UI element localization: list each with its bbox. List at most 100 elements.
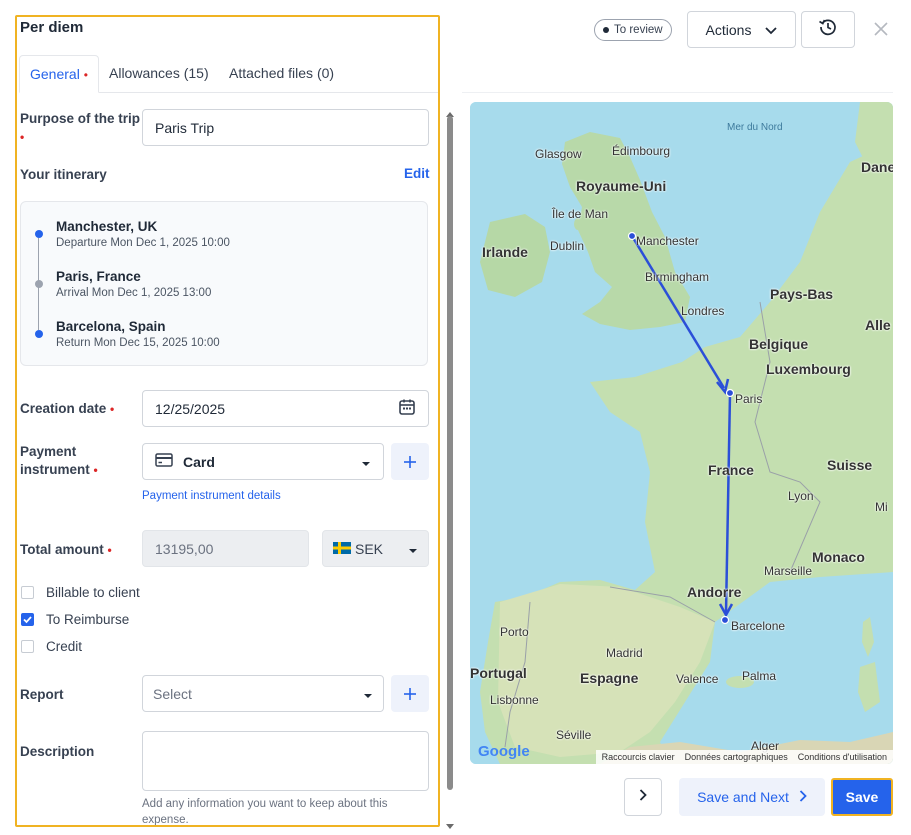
currency-select[interactable]: SEK xyxy=(322,530,429,567)
map-sea-label: Mer du Nord xyxy=(727,122,783,133)
stop-name: Paris, France xyxy=(56,269,141,284)
itinerary-edit-link[interactable]: Edit xyxy=(404,166,430,181)
billable-checkbox[interactable] xyxy=(21,586,34,599)
reimburse-checkbox[interactable] xyxy=(21,613,34,626)
report-select[interactable]: Select xyxy=(142,675,384,712)
timeline-dot-end xyxy=(35,330,43,338)
tab-attached-files[interactable]: Attached files (0) xyxy=(219,55,344,93)
checkmark-icon xyxy=(23,616,32,624)
billable-label: Billable to client xyxy=(46,585,140,600)
map-attribution: Raccourcis clavier Données cartographiqu… xyxy=(595,750,893,764)
tab-general-label: General xyxy=(30,66,80,82)
purpose-value: Paris Trip xyxy=(155,119,215,136)
save-and-next-button[interactable]: Save and Next xyxy=(679,778,825,816)
keyboard-shortcuts-link[interactable]: Raccourcis clavier xyxy=(602,752,675,762)
map-city-label: Valence xyxy=(676,672,719,686)
map-city-label: Barcelone xyxy=(731,619,786,633)
map-city-label: Londres xyxy=(681,304,725,318)
description-label: Description xyxy=(20,744,95,759)
history-button[interactable] xyxy=(801,11,855,48)
map-country-label: Pays-Bas xyxy=(770,286,834,302)
map-city-label: Séville xyxy=(556,728,592,742)
map-city-label: Birmingham xyxy=(645,270,710,284)
map-marker[interactable] xyxy=(720,615,730,625)
description-hint: Add any information you want to keep abo… xyxy=(142,798,388,826)
scrollbar-thumb[interactable] xyxy=(447,116,453,790)
tab-allowances[interactable]: Allowances (15) xyxy=(99,55,219,93)
map-city-label: Mi xyxy=(875,500,888,514)
scroll-down-icon[interactable] xyxy=(446,817,454,835)
report-label: Report xyxy=(20,687,64,702)
map-data-link[interactable]: Données cartographiques xyxy=(685,752,788,762)
map-city-label: Porto xyxy=(500,625,529,639)
terms-link[interactable]: Conditions d'utilisation xyxy=(798,752,887,762)
payment-instrument-details-link[interactable]: Payment instrument details xyxy=(142,490,281,502)
actions-label: Actions xyxy=(705,21,752,38)
reimburse-label: To Reimburse xyxy=(46,612,130,627)
map-city-label: Palma xyxy=(742,669,777,683)
map-city-label: Dublin xyxy=(550,239,585,253)
close-icon[interactable] xyxy=(873,21,889,42)
map-country-label: Belgique xyxy=(749,336,809,352)
map-city-label: Édimbourg xyxy=(612,144,671,158)
required-marker: • xyxy=(20,130,25,144)
page-title: Per diem xyxy=(20,19,84,36)
stop-name: Barcelona, Spain xyxy=(56,319,166,334)
description-textarea[interactable] xyxy=(142,731,429,791)
map-marker[interactable] xyxy=(627,231,637,241)
total-amount-input: 13195,00 xyxy=(142,530,309,567)
tab-general[interactable]: General • xyxy=(19,55,99,93)
itinerary-map[interactable]: Mer du Nord Royaume-Uni Irlande Pays-Bas… xyxy=(470,102,893,764)
required-marker: • xyxy=(107,543,112,557)
stop-name: Manchester, UK xyxy=(56,219,158,234)
credit-checkbox[interactable] xyxy=(21,640,34,653)
calendar-icon[interactable] xyxy=(398,398,416,419)
purpose-label-text: Purpose of the trip xyxy=(20,111,141,126)
map-country-label: Andorre xyxy=(687,584,742,600)
billable-checkbox-row[interactable]: Billable to client xyxy=(21,585,140,600)
tab-attached-files-label: Attached files (0) xyxy=(229,65,335,81)
timeline-dot-stop xyxy=(35,280,43,288)
payment-instrument-select[interactable]: Card xyxy=(142,443,384,480)
save-button[interactable]: Save xyxy=(831,778,893,816)
next-arrow-button[interactable] xyxy=(624,778,662,816)
map-canvas xyxy=(470,102,893,764)
header-divider xyxy=(462,92,893,93)
map-city-label: Paris xyxy=(735,392,763,406)
report-placeholder: Select xyxy=(153,685,192,702)
plus-icon xyxy=(403,449,417,475)
google-logo-text: Google xyxy=(478,743,530,760)
chevron-down-icon xyxy=(765,22,778,38)
map-marker[interactable] xyxy=(725,388,735,398)
itinerary-stop: Paris, France Arrival Mon Dec 1, 2025 13… xyxy=(56,269,211,299)
map-country-label: Royaume-Uni xyxy=(576,178,667,194)
total-amount-label-text: Total amount xyxy=(20,542,104,557)
credit-label: Credit xyxy=(46,639,83,654)
actions-button[interactable]: Actions xyxy=(687,11,796,48)
purpose-input[interactable]: Paris Trip xyxy=(142,109,429,146)
creation-date-input[interactable]: 12/25/2025 xyxy=(142,390,429,427)
add-payment-instrument-button[interactable] xyxy=(391,443,429,480)
map-country-label: Monaco xyxy=(812,549,865,565)
chevron-right-icon xyxy=(639,788,647,806)
currency-value: SEK xyxy=(355,540,384,557)
caret-down-icon xyxy=(363,686,373,702)
status-badge: To review xyxy=(594,19,672,41)
map-country-label: Irlande xyxy=(482,244,528,260)
map-city-label: Lyon xyxy=(788,489,814,503)
payment-label-line1: Payment xyxy=(20,444,77,459)
map-country-label: Suisse xyxy=(827,457,873,473)
credit-checkbox-row[interactable]: Credit xyxy=(21,639,82,654)
total-amount-label: Total amount • xyxy=(20,541,112,559)
itinerary-label: Your itinerary xyxy=(20,167,107,182)
creation-date-label-text: Creation date xyxy=(20,401,107,416)
chevron-right-icon xyxy=(799,789,807,805)
add-report-button[interactable] xyxy=(391,675,429,712)
payment-instrument-label: Payment instrument • xyxy=(20,443,130,479)
map-city-label: Manchester xyxy=(636,234,699,248)
history-icon xyxy=(818,17,838,42)
map-city-label: Madrid xyxy=(606,646,643,660)
reimburse-checkbox-row[interactable]: To Reimburse xyxy=(21,612,129,627)
map-country-label: Portugal xyxy=(470,665,527,681)
purpose-label: Purpose of the trip • xyxy=(20,110,142,146)
